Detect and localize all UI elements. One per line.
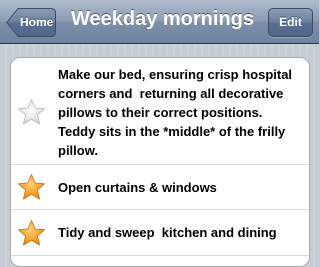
task-row[interactable]: Open curtains & windows xyxy=(11,165,309,210)
page-title: Weekday mornings xyxy=(70,8,255,30)
task-text: Make our bed, ensuring crisp hospital co… xyxy=(58,67,296,158)
back-button-label: Home xyxy=(20,15,54,29)
home-back-button[interactable]: Home xyxy=(6,8,56,37)
task-row[interactable]: Tidy and sweep kitchen and dining xyxy=(11,210,309,256)
star-icon[interactable] xyxy=(17,173,46,202)
navigation-bar: Home Weekday mornings Edit xyxy=(0,0,319,44)
task-text: Open curtains & windows xyxy=(58,180,217,195)
star-icon[interactable] xyxy=(17,219,46,248)
task-text: Tidy and sweep kitchen and dining xyxy=(58,225,277,240)
star-icon[interactable] xyxy=(17,98,46,127)
edit-button[interactable]: Edit xyxy=(268,8,313,37)
task-row[interactable]: Make our bed, ensuring crisp hospital co… xyxy=(11,58,309,165)
task-list: Make our bed, ensuring crisp hospital co… xyxy=(10,57,310,267)
